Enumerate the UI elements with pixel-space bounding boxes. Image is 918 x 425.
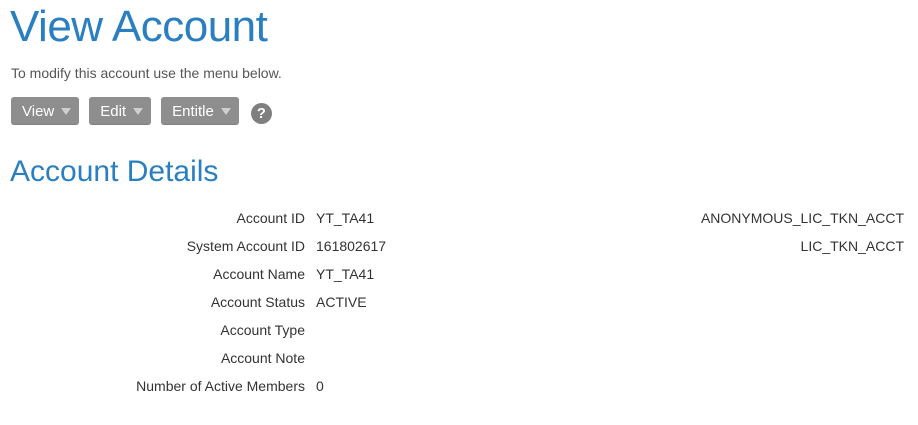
detail-extra: ANONYMOUS_LIC_TKN_ACCT <box>700 210 904 226</box>
detail-value: YT_TA41 <box>316 210 375 226</box>
detail-row-system-account-id: System Account ID 161802617 LIC_TKN_ACCT <box>0 232 918 260</box>
view-menu-button[interactable]: View <box>11 97 80 125</box>
view-account-page: View Account To modify this account use … <box>0 0 918 425</box>
detail-extra: LIC_TKN_ACCT <box>800 238 904 254</box>
section-title-account-details: Account Details <box>10 155 219 188</box>
detail-row-account-type: Account Type <box>0 316 918 344</box>
detail-value: YT_TA41 <box>316 266 375 282</box>
page-subtitle: To modify this account use the menu belo… <box>11 65 282 81</box>
entitle-menu-label: Entitle <box>172 102 214 120</box>
detail-label: Account Name <box>213 266 305 282</box>
detail-value: ACTIVE <box>316 294 367 310</box>
help-question-icon[interactable]: ? <box>250 102 272 124</box>
edit-menu-label: Edit <box>100 102 127 120</box>
detail-label: Account Note <box>220 350 305 366</box>
account-details-table: Account ID YT_TA41 ANONYMOUS_LIC_TKN_ACC… <box>0 204 918 400</box>
detail-row-account-note: Account Note <box>0 344 918 372</box>
edit-menu-button[interactable]: Edit <box>89 97 152 125</box>
detail-row-account-id: Account ID YT_TA41 ANONYMOUS_LIC_TKN_ACC… <box>0 204 918 232</box>
action-menu-bar: View Edit Entitle ? <box>11 97 272 125</box>
caret-down-icon <box>61 108 72 115</box>
detail-label: Account Type <box>220 322 305 338</box>
detail-value: 161802617 <box>316 238 387 254</box>
detail-row-active-members: Number of Active Members 0 <box>0 372 918 400</box>
caret-down-icon <box>220 108 231 115</box>
view-menu-label: View <box>22 102 55 120</box>
detail-label: Number of Active Members <box>136 378 305 394</box>
caret-down-icon <box>133 108 144 115</box>
detail-row-account-name: Account Name YT_TA41 <box>0 260 918 288</box>
detail-label: Account ID <box>236 210 305 226</box>
detail-value: 0 <box>316 378 324 394</box>
detail-label: Account Status <box>210 294 305 310</box>
page-title: View Account <box>10 2 268 51</box>
detail-label: System Account ID <box>186 238 305 254</box>
detail-row-account-status: Account Status ACTIVE <box>0 288 918 316</box>
entitle-menu-button[interactable]: Entitle <box>161 97 239 125</box>
